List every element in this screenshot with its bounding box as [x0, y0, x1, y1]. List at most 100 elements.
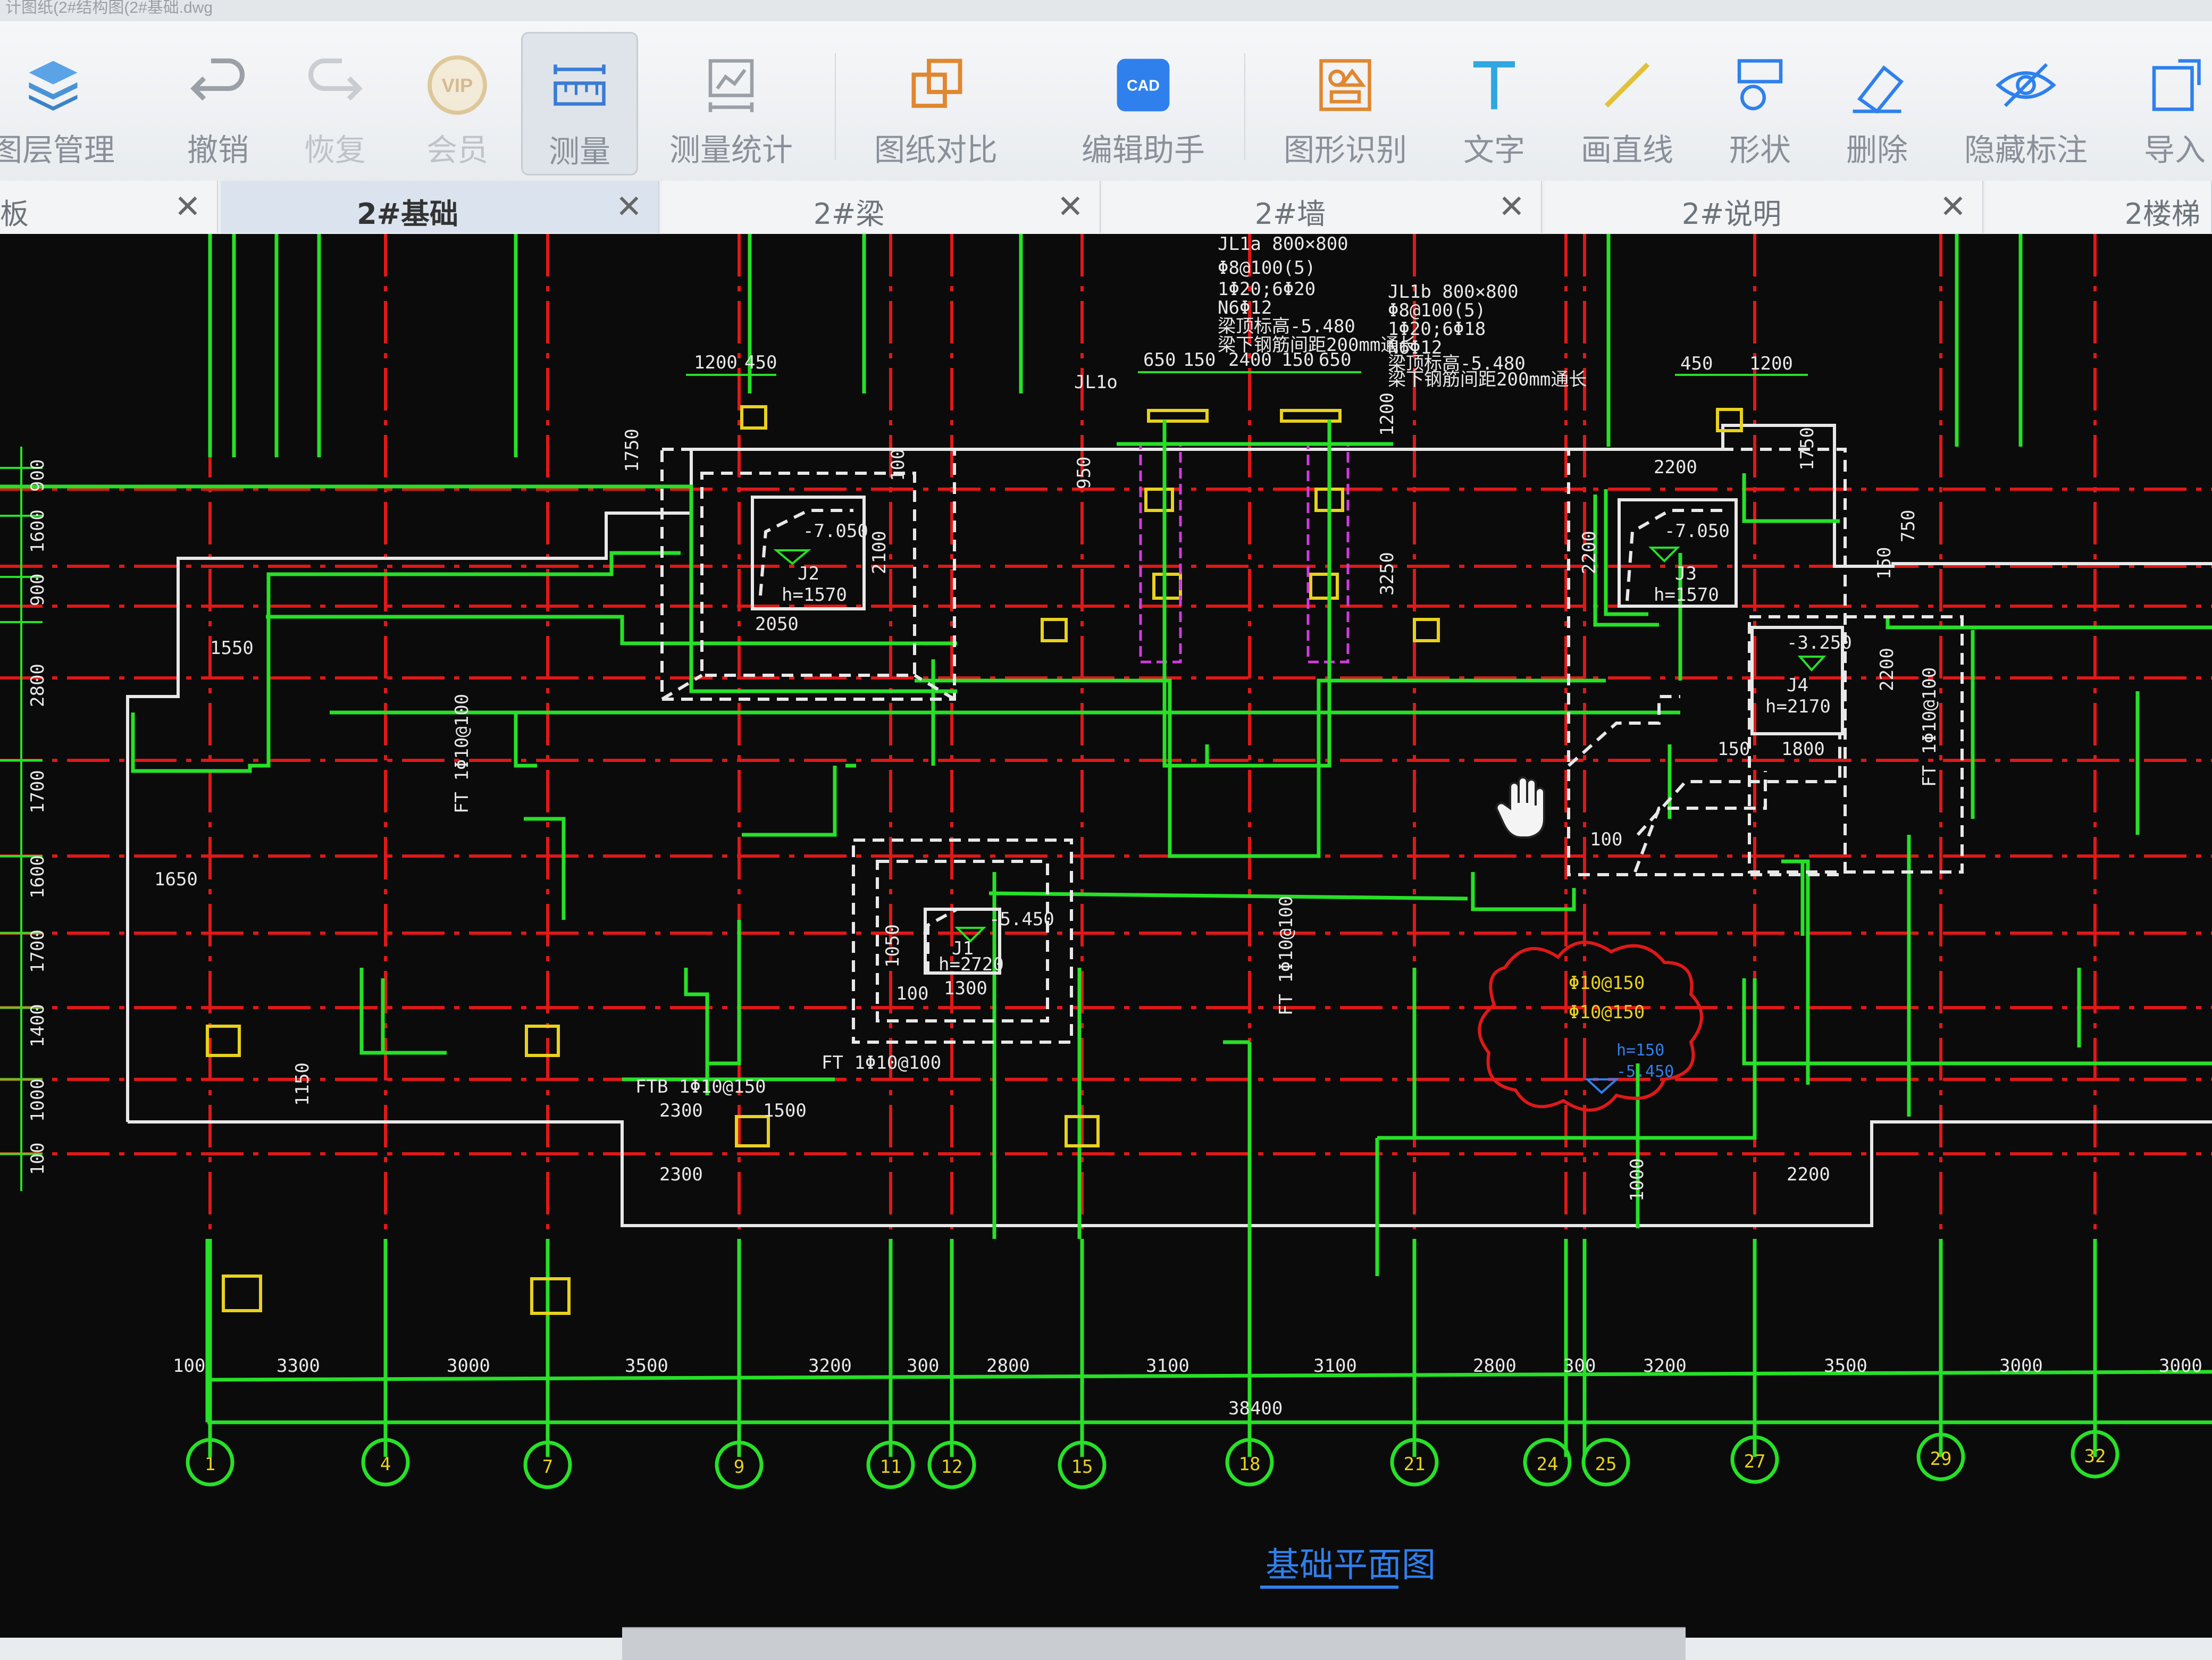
delete-button[interactable]: 删除: [1824, 32, 1930, 175]
measure-label: 测量: [548, 133, 610, 170]
redo-button[interactable]: 恢复: [276, 32, 393, 175]
shape-button[interactable]: 形状: [1702, 32, 1819, 175]
hide-annotation-label: 隐藏标注: [1964, 132, 2088, 168]
import-button[interactable]: 导入: [2122, 32, 2212, 175]
compare-icon: [911, 58, 962, 108]
layer-manager-button[interactable]: 图层管理: [0, 32, 122, 175]
close-icon[interactable]: ✕: [1498, 188, 1525, 225]
left-dim: 900: [27, 459, 48, 492]
hide-eye-icon: [1996, 63, 2056, 107]
measure-button[interactable]: 测量: [521, 32, 638, 175]
tab-slab[interactable]: 板 ✕: [0, 181, 218, 233]
dim-450: 450: [1680, 353, 1713, 374]
left-dim: 900: [27, 574, 48, 606]
undo-button[interactable]: 撤销: [160, 32, 276, 175]
dim-3250: 3250: [1377, 552, 1398, 596]
vip-button[interactable]: VIP 会员: [399, 32, 516, 175]
tab-label: 板: [0, 197, 29, 231]
ft-label: FT 1Φ10@100: [1919, 667, 1940, 787]
axis-label: 21: [1404, 1454, 1426, 1475]
dim-1200: 1200: [1377, 392, 1398, 436]
redo-label: 恢复: [304, 132, 366, 168]
bottom-dim: 2800: [986, 1355, 1030, 1377]
foundation-outline-bottom: [128, 1120, 2212, 1227]
tab-label: 2楼梯: [2124, 197, 2200, 231]
shape-icon: [1737, 59, 1783, 111]
measure-stats-label: 测量统计: [669, 132, 793, 168]
tab-wall[interactable]: 2#墙 ✕: [1103, 181, 1542, 233]
jl1b-note: 梁下钢筋间距200mm通长: [1388, 369, 1587, 390]
cloud-note: Φ10@150: [1569, 1002, 1645, 1023]
dim-1300: 1300: [944, 978, 987, 999]
axis-label: 32: [2084, 1446, 2106, 1467]
measure-stats-button[interactable]: 测量统计: [654, 32, 808, 175]
hide-annotation-button[interactable]: 隐藏标注: [1946, 32, 2106, 175]
close-icon[interactable]: ✕: [174, 188, 201, 225]
text-button[interactable]: 文字: [1441, 32, 1547, 175]
j3-label: J3: [1675, 563, 1697, 584]
jl1b-note: 1Φ20;6Φ18: [1388, 318, 1486, 340]
compare-label: 图纸对比: [874, 132, 998, 168]
dim-1750: 1750: [1797, 427, 1818, 471]
close-icon[interactable]: ✕: [616, 188, 642, 225]
draw-line-button[interactable]: 画直线: [1563, 32, 1691, 175]
left-dim: 2800: [27, 664, 48, 707]
dim-2200: 2200: [1654, 457, 1697, 478]
bottom-dim: 2800: [1473, 1355, 1516, 1377]
left-dimension-chain: 900 1600 900 2800 1700 1600 1700 1400 10…: [0, 447, 48, 1191]
dim-100: 100: [1590, 829, 1622, 850]
bottom-dimension-chain: 100 3300 3000 3500 3200 300 2800 3100 31…: [173, 1239, 2212, 1424]
dim-2300: 2300: [659, 1164, 703, 1185]
line-icon: [1604, 62, 1650, 108]
dim-150: 150: [1874, 547, 1895, 580]
shape-recognize-button[interactable]: 图形识别: [1266, 32, 1425, 175]
bottom-dim: 3100: [1313, 1355, 1357, 1377]
ft-label: FT 1Φ10@100: [451, 694, 473, 814]
j2-height: h=1570: [782, 584, 847, 606]
edit-assistant-button[interactable]: CAD 编辑助手: [1058, 32, 1228, 175]
dim-1650: 1650: [154, 869, 198, 890]
cad-badge-text: CAD: [1127, 77, 1160, 94]
tab-beam[interactable]: 2#梁 ✕: [662, 181, 1101, 233]
ft-label: FT 1Φ10@100: [1276, 896, 1297, 1016]
close-icon[interactable]: ✕: [1057, 188, 1084, 225]
import-label: 导入: [2143, 132, 2206, 168]
vip-label: 会员: [426, 132, 488, 168]
bottom-status-bar[interactable]: [622, 1627, 1686, 1660]
bottom-dim: 3100: [1146, 1355, 1189, 1377]
j1-level: -5.450: [989, 909, 1054, 930]
dim-2050: 2050: [755, 614, 799, 635]
bottom-dim: 300: [1563, 1355, 1596, 1377]
dim-1200: 1200: [694, 352, 738, 373]
revision-cloud: Φ10@150 Φ10@150 h=150 -5.450: [1478, 941, 1703, 1112]
jl1-note: N6Φ12: [1218, 297, 1272, 318]
wall-lines: [0, 473, 2212, 1276]
layers-icon: [29, 61, 78, 111]
j3-height: h=1570: [1654, 584, 1719, 606]
tab-notes[interactable]: 2#说明 ✕: [1545, 181, 1983, 233]
cloud-note: Φ10@150: [1569, 972, 1645, 994]
toolbar-divider: [835, 53, 836, 160]
bottom-dim: 3000: [1999, 1355, 2043, 1377]
left-dim: 100: [27, 1143, 48, 1175]
dim-1150: 1150: [292, 1062, 313, 1106]
bottom-dim: 3500: [1824, 1355, 1867, 1377]
shape-recognize-icon: [1319, 59, 1371, 111]
j4-height: h=2170: [1765, 696, 1831, 717]
delete-label: 删除: [1846, 132, 1908, 168]
j3-level: -7.050: [1664, 521, 1730, 542]
dim-1000: 1000: [1627, 1158, 1648, 1202]
dim-450: 450: [744, 352, 777, 373]
compare-button[interactable]: 图纸对比: [856, 32, 1016, 175]
cloud-note: -5.450: [1616, 1062, 1674, 1081]
jl1b-label: JL1b 800×800: [1388, 281, 1519, 303]
dim-1200: 1200: [1749, 353, 1793, 374]
drawing-canvas[interactable]: .red { stroke:#e01818; stroke-width:6; f…: [0, 234, 2212, 1638]
bottom-dim: 3300: [276, 1355, 320, 1377]
close-icon[interactable]: ✕: [1940, 188, 1966, 225]
tab-label: 2#说明: [1681, 197, 1782, 231]
tab-stairs[interactable]: 2楼梯: [1986, 181, 2212, 233]
tab-foundation[interactable]: 2#基础 ✕: [221, 181, 659, 233]
tab-bar: 板 ✕ 2#基础 ✕ 2#梁 ✕ 2#墙 ✕ 2#说明 ✕ 2楼梯: [0, 181, 2212, 235]
drawing-title-text: 基础平面图: [1266, 1546, 1436, 1585]
